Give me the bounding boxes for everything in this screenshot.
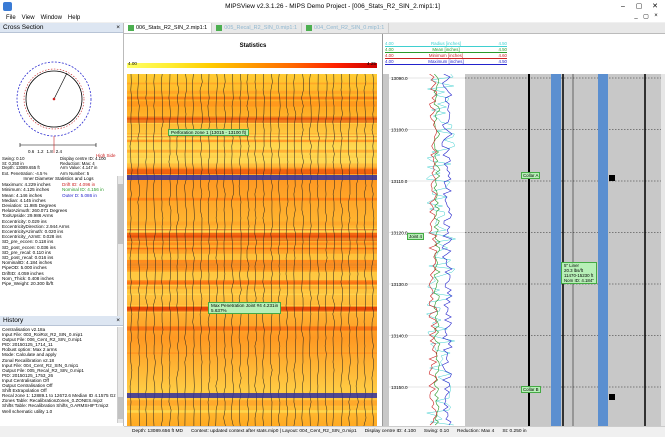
scale-label: 1.2	[37, 149, 44, 154]
history-title: History	[3, 317, 24, 324]
menu-help[interactable]: Help	[68, 15, 80, 21]
legend-max: 4.50	[498, 41, 507, 46]
legend-name: Maximum [inches]	[428, 59, 464, 64]
legend-max: 4.60	[498, 53, 507, 58]
scale-min-label: 4.00	[128, 61, 137, 66]
statistics-label: Statistics	[239, 43, 267, 49]
history-line: Well schematic utility 1.0	[2, 408, 53, 414]
logs-scrollbar[interactable]	[661, 74, 665, 426]
scale-label: 0.6	[28, 149, 35, 154]
depth-tick-label: 13090.0	[391, 76, 408, 81]
collar-a-label: Collar A	[521, 172, 541, 179]
document-tabs: 006_Stats_R2_SIN_2.mip1:1 005_Recal_R2_S…	[124, 23, 665, 34]
menu-file[interactable]: File	[6, 15, 16, 21]
color-scale-bar	[127, 63, 377, 68]
scale-label: 1.8	[46, 149, 53, 154]
tab-label: 004_Cent_R2_SIN_0.mip1:1	[314, 25, 385, 31]
scrollbar-thumb[interactable]	[118, 184, 123, 244]
cross-section-title: Cross Section	[3, 24, 44, 31]
depth-tick-label: 13100.0	[391, 128, 408, 133]
legend-entry: 4.00 Maximum [inches] 4.50	[385, 59, 507, 65]
collar-b-label: Collar B	[521, 386, 541, 393]
window-title: MIPSView v2.3.1.26 - MIPS Demo Project -…	[225, 3, 440, 10]
document-icon	[306, 25, 313, 31]
menu-view[interactable]: View	[22, 15, 35, 21]
menu-bar: File View Window Help _ ▢ ×	[0, 13, 665, 22]
legend-min: 4.00	[385, 41, 394, 46]
legend-max: 4.50	[498, 59, 507, 64]
depth-tick-label: 13110.0	[391, 179, 408, 184]
scrollbar-thumb[interactable]	[118, 397, 123, 419]
scale-label: 2.4	[55, 149, 63, 154]
minimize-button[interactable]: –	[615, 1, 631, 12]
history-panel: History × Centralisation v2.18a Input Fi…	[0, 316, 123, 426]
stats-rows: Maximum: 4.229 inches Drift ID: 4.096 in M…	[2, 182, 115, 286]
statistics-header: Statistics	[124, 34, 382, 62]
legend-max: 4.50	[498, 47, 507, 52]
status-bar: Depth: 13089.656 ft MD Context: updated …	[124, 426, 665, 437]
tab-label: 005_Recal_R2_SIN_0.mip1:1	[224, 25, 298, 31]
history-line: Shifts Table: Recalibration Shifts_0.ARM…	[2, 403, 109, 409]
log-tracks[interactable]: 13090.0 13100.0 13110.0 13120.0 13130.0 13140…	[383, 74, 665, 426]
liner-line: Nom ID: 4.184"	[564, 278, 594, 284]
max-penetration-label: Max Penetration Joint #4 4.231in 5.637%	[208, 302, 282, 315]
radius-heatmap[interactable]	[127, 74, 377, 426]
stats-scrollbar[interactable]	[117, 176, 123, 316]
stats-heading: Inner Diameter Statistics and Logs	[23, 176, 94, 181]
stats-row-right: Outer D: 5.086 in	[62, 192, 97, 198]
legend-min: 4.00	[385, 53, 394, 58]
depth-tick-label: 13130.0	[391, 282, 408, 287]
cross-section-panel: High Side 0.6 1.2 1.8 2.4 Swing: 0.10 St…	[0, 33, 123, 173]
depth-tick-label: 13150.0	[391, 385, 408, 390]
legend-min: 4.00	[385, 47, 394, 52]
depth-tick-label: 13140.0	[391, 334, 408, 339]
stats-box: Inner Diameter Statistics and Logs Maxim…	[2, 176, 115, 326]
history-list: Centralisation v2.18a Input File: 003_Ro…	[2, 327, 117, 423]
close-panel-icon[interactable]: ×	[116, 23, 120, 32]
logs-pane: 4.00 Radius [inches] 4.50 4.00 Mean [inches]…	[383, 34, 665, 426]
scale-max-label: 4.25	[367, 61, 376, 66]
scale-labels: 0.6 1.2 1.8 2.4	[28, 149, 62, 154]
mdi-restore-button[interactable]: ▢	[641, 13, 651, 20]
close-panel-icon[interactable]: ×	[116, 316, 120, 325]
document-icon	[128, 25, 134, 31]
cross-section-params: Swing: 0.10 St: 0.250 in Depth: 13089.65…	[2, 156, 120, 171]
history-scrollbar[interactable]	[117, 327, 123, 423]
mdi-minimize-button[interactable]: _	[631, 13, 641, 20]
joint-label: Joint 4	[407, 233, 424, 240]
max-penetration-line2: 5.637%	[211, 308, 227, 314]
liner-label: 5" Liner 20.3 lbs/ft 11470-15230 ft Nom …	[561, 262, 597, 285]
stats-row: Pipe_Weight: 20.300 lb/ft	[2, 281, 115, 286]
log-legend: 4.00 Radius [inches] 4.50 4.00 Mean [inches]…	[385, 41, 507, 73]
close-button[interactable]: ✕	[647, 1, 663, 12]
document-icon	[216, 25, 223, 31]
mdi-close-button[interactable]: ×	[651, 13, 661, 20]
history-header: History ×	[0, 316, 123, 326]
stats-row-left: Pipe_Weight: 20.300 lb/ft	[2, 281, 54, 287]
tab-label: 006_Stats_R2_SIN_2.mip1:1	[136, 25, 208, 31]
maximize-button[interactable]: ▢	[631, 1, 647, 12]
title-bar: MIPSView v2.3.1.26 - MIPS Demo Project -…	[0, 0, 665, 14]
tab-cent[interactable]: 004_Cent_R2_SIN_0.mip1:1	[302, 23, 390, 33]
statistics-pane: Statistics 4.00 4.25 Perforation zone 1 …	[124, 34, 383, 426]
menu-window[interactable]: Window	[41, 15, 62, 21]
tab-stats[interactable]: 006_Stats_R2_SIN_2.mip1:1	[124, 23, 213, 33]
legend-name: Radius [inches]	[430, 41, 462, 46]
perforation-zone-label: Perforation zone 1 (13015 - 13100 ft)	[168, 129, 250, 136]
legend-min: 4.00	[385, 59, 394, 64]
legend-name: Mean [inches]	[432, 47, 460, 52]
legend-name: Minimum [inches]	[428, 53, 464, 58]
depth-tick-label: 13120.0	[391, 231, 408, 236]
left-dock: Cross Section × High Side 0.6 1.2 1.8 2.…	[0, 23, 124, 426]
tab-recal[interactable]: 005_Recal_R2_SIN_0.mip1:1	[212, 23, 303, 33]
cross-section-header: Cross Section ×	[0, 23, 123, 33]
